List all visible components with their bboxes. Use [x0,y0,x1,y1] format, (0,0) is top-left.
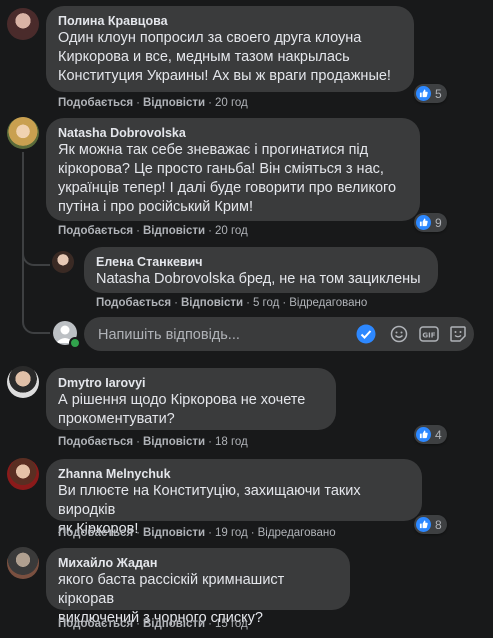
reply-link[interactable]: Відповісти [143,436,205,448]
comment-text: Natasha Dobrovolska бред, не на том заци… [96,271,421,287]
like-link[interactable]: Подобається [58,618,133,630]
reaction-count[interactable]: 4 [414,425,447,444]
online-dot [69,337,81,349]
comment-text: А рішення щодо Кіркорова не хочете проко… [58,392,306,427]
like-link[interactable]: Подобається [58,225,133,237]
like-link[interactable]: Подобається [58,436,133,448]
comment-text: Як можна так себе зневажає і прогинатися… [58,142,397,215]
comment-bubble: Natasha Dobrovolska Як можна так себе зн… [46,118,420,221]
reaction-count[interactable]: 5 [414,84,447,103]
timestamp[interactable]: 5 год [253,297,279,309]
reaction-count[interactable]: 9 [414,213,447,232]
comment-bubble: Полина Кравцова Один клоун попросил за с… [46,6,414,92]
avatar[interactable] [7,547,39,579]
reply-link[interactable]: Відповісти [143,225,205,237]
avatar[interactable] [7,117,39,149]
timestamp[interactable]: 19 год [215,527,248,539]
comment-bubble: Dmytro Iarovyi А рішення щодо Кіркорова … [46,368,336,430]
timestamp[interactable]: 18 год [215,436,248,448]
reaction-number: 9 [435,215,442,230]
comment-actions: Подобається · Відповісти · 18 год [58,436,248,448]
like-link[interactable]: Подобається [58,97,133,109]
reply-link[interactable]: Відповісти [143,97,205,109]
reaction-number: 5 [435,86,442,101]
edited-label[interactable]: Відредаговано [289,297,367,309]
comment-actions: Подобається · Відповісти · 15 год [58,618,248,630]
avatar[interactable] [7,8,39,40]
comment-actions: Подобається · Відповісти · 20 год [58,97,248,109]
comment-actions: Подобається · Відповісти · 5 год · Відредагова… [96,297,368,309]
comment-author[interactable]: Dmytro Iarovyi [58,375,324,391]
comment-actions: Подобається · Відповісти · 20 год [58,225,248,237]
edited-label[interactable]: Відредаговано [258,527,336,539]
like-link[interactable]: Подобається [58,527,133,539]
timestamp[interactable]: 20 год [215,225,248,237]
avatar-check-icon[interactable] [356,324,376,344]
thread-connector [22,270,50,334]
comment-author[interactable]: Елена Станкевич [96,254,426,270]
comment-bubble: Михайло Жадан якого баста рассіскій крим… [46,548,350,626]
comment-author[interactable]: Михайло Жадан [58,555,338,571]
timestamp[interactable]: 20 год [215,97,248,109]
comment-bubble: Zhanna Melnychuk Ви плюєте на Конституці… [46,459,422,537]
comment-author[interactable]: Natasha Dobrovolska [58,125,408,141]
reply-link[interactable]: Відповісти [143,527,205,539]
thread-connector [22,250,50,266]
like-icon [416,215,431,230]
comment-author[interactable]: Zhanna Melnychuk [58,466,410,482]
reaction-number: 8 [435,517,442,532]
comment-text: Один клоун попросил за своего друга клоу… [58,30,391,84]
avatar[interactable] [7,458,39,490]
avatar[interactable] [52,251,74,273]
reply-link[interactable]: Відповісти [181,297,243,309]
sticker-icon[interactable] [448,324,468,344]
reaction-count[interactable]: 8 [414,515,447,534]
reply-link[interactable]: Відповісти [143,618,205,630]
comment-actions: Подобається · Відповісти · 19 год · Відредагов… [58,527,336,539]
like-icon [416,86,431,101]
like-icon [416,517,431,532]
comment-author[interactable]: Полина Кравцова [58,13,402,29]
reply-composer[interactable]: GIF [84,317,474,353]
timestamp[interactable]: 15 год [215,618,248,630]
like-icon [416,427,431,442]
svg-text:GIF: GIF [422,332,435,340]
like-link[interactable]: Подобається [96,297,171,309]
reaction-number: 4 [435,427,442,442]
gif-icon[interactable]: GIF [419,324,439,344]
reply-input[interactable] [96,317,320,353]
emoji-icon[interactable] [389,324,409,344]
avatar[interactable] [7,366,39,398]
comment-bubble: Елена Станкевич Natasha Dobrovolska бред… [84,247,438,293]
